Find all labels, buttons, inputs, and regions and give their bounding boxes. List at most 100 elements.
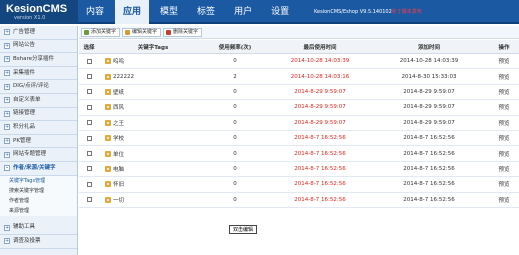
row-checkbox[interactable] <box>86 197 92 203</box>
preview-link[interactable]: 预览 <box>489 162 519 176</box>
nav-content[interactable]: 内容 <box>78 0 112 24</box>
tag-cell[interactable]: 西风 <box>105 100 201 114</box>
sidebar-subitem-search-keywords[interactable]: 搜索关键字管理 <box>0 185 77 196</box>
sidebar-item-votes[interactable]: + 调查及投票 <box>0 235 77 249</box>
tag-name[interactable]: 西风 <box>113 103 124 111</box>
row-checkbox[interactable] <box>86 151 92 157</box>
nav-users[interactable]: 用户 <box>226 0 260 24</box>
sidebar-item-tools[interactable]: + 辅助工具 <box>0 222 77 236</box>
tag-cell[interactable]: 电脑 <box>105 162 201 176</box>
tag-cell[interactable]: 之王 <box>105 116 201 130</box>
table-row[interactable]: 电脑 0 2014-8-7 16:52:56 2014-8-7 16:52:56 预览 <box>79 162 519 178</box>
expand-icon[interactable]: + <box>4 151 10 158</box>
sidebar-item-dig[interactable]: + DIG/点评/评论 <box>0 80 77 94</box>
tag-name[interactable]: 怀旧 <box>113 180 124 188</box>
tag-name[interactable]: 222222 <box>113 74 134 80</box>
table-row[interactable]: 呜呜 0 2014-10-28 14:03:39 2014-10-28 14:03:3… <box>79 54 519 70</box>
preview-link[interactable]: 预览 <box>489 85 519 99</box>
expand-icon[interactable]: + <box>4 83 10 90</box>
tag-cell[interactable]: 壁纸 <box>105 85 201 99</box>
expand-icon[interactable]: + <box>4 124 10 131</box>
header-tag[interactable]: 关键字Tags <box>105 40 201 53</box>
added-cell: 2014-8-29 9:59:07 <box>403 104 455 111</box>
table-row[interactable]: 西风 0 2014-8-29 9:59:07 2014-8-29 9:59:07 预览 <box>79 100 519 116</box>
sidebar-subitem-authors[interactable]: 作者管理 <box>0 195 77 206</box>
preview-link[interactable]: 预览 <box>489 177 519 191</box>
sidebar-item-bshare[interactable]: + Bshare分享插件 <box>0 53 77 67</box>
tag-cell[interactable]: 一切 <box>105 193 201 207</box>
nav-settings[interactable]: 设置 <box>263 0 297 24</box>
sidebar-subitem-tags[interactable]: 关键字Tags管理 <box>0 175 77 186</box>
table-row[interactable]: 单位 0 2014-8-7 16:52:56 2014-8-7 16:52:56 预览 <box>79 146 519 162</box>
tag-cell[interactable]: 怀旧 <box>105 177 201 191</box>
row-checkbox[interactable] <box>86 166 92 172</box>
table-row[interactable]: 一切 0 2014-8-7 16:52:56 2014-8-7 16:52:56 预览 <box>79 193 519 208</box>
frequency-cell: 0 <box>233 165 237 172</box>
version-notice[interactable]: KesionCMS/Eshop V9.5.140102补丁版本发布 <box>314 8 422 15</box>
row-checkbox[interactable] <box>86 104 92 110</box>
row-checkbox[interactable] <box>86 181 92 187</box>
tag-name[interactable]: 呜呜 <box>113 57 124 65</box>
tag-name[interactable]: 单位 <box>113 150 124 158</box>
version-notice-text[interactable]: KesionCMS/Eshop V9.5.140102补丁版本发布 <box>314 9 422 15</box>
preview-link[interactable]: 预览 <box>489 100 519 114</box>
expand-icon[interactable]: + <box>4 29 10 36</box>
tag-name[interactable]: 之王 <box>113 119 124 127</box>
expand-icon[interactable]: + <box>4 70 10 77</box>
row-checkbox[interactable] <box>86 74 92 80</box>
added-cell: 2014-8-7 16:52:56 <box>403 165 455 172</box>
expand-icon[interactable]: + <box>4 110 10 117</box>
expand-icon[interactable]: + <box>4 138 10 145</box>
table-row[interactable]: 怀旧 0 2014-8-7 16:52:56 2014-8-7 16:52:56 预览 <box>79 177 519 193</box>
table-row[interactable]: 222222 2 2014-10-28 14:03:16 2014-8-30 15:3… <box>79 69 519 85</box>
add-keyword-button[interactable]: 添加关键字 <box>81 27 121 37</box>
table-row[interactable]: 壁纸 0 2014-8-29 9:59:07 2014-8-29 9:59:07 预览 <box>79 85 519 101</box>
tag-cell[interactable]: 222222 <box>105 69 201 83</box>
preview-link[interactable]: 预览 <box>489 131 519 145</box>
sidebar-item-links[interactable]: + 链接管理 <box>0 108 77 122</box>
expand-icon[interactable]: + <box>4 56 10 63</box>
collapse-icon[interactable]: - <box>4 165 10 172</box>
row-checkbox[interactable] <box>86 58 92 64</box>
tag-name[interactable]: 一切 <box>113 196 124 204</box>
nav-tags[interactable]: 标签 <box>189 0 223 24</box>
tag-name[interactable]: 学校 <box>113 134 124 142</box>
tag-cell[interactable]: 单位 <box>105 146 201 160</box>
tag-cell[interactable]: 学校 <box>105 131 201 145</box>
preview-link[interactable]: 预览 <box>489 116 519 130</box>
expand-icon[interactable]: + <box>4 238 10 245</box>
header-frequency[interactable]: 使用频率(次) <box>205 40 265 53</box>
expand-icon[interactable]: + <box>4 97 10 104</box>
sidebar-item-gifts[interactable]: + 积分礼品 <box>0 121 77 135</box>
row-checkbox[interactable] <box>86 120 92 126</box>
nav-apps[interactable]: 应用 <box>115 0 150 24</box>
table-row[interactable]: 之王 0 2014-8-29 9:59:07 2014-8-29 9:59:07 预览 <box>79 116 519 131</box>
tag-name[interactable]: 电脑 <box>113 165 124 173</box>
sidebar-item-author-source-keywords[interactable]: - 作者/来源/关键字 <box>0 162 77 176</box>
tag-cell[interactable]: 呜呜 <box>105 54 201 68</box>
row-checkbox[interactable] <box>86 89 92 95</box>
preview-link[interactable]: 预览 <box>489 146 519 160</box>
preview-link[interactable]: 预览 <box>489 54 519 68</box>
version-notice-alert[interactable]: 补丁版本发布 <box>392 9 422 15</box>
expand-icon[interactable]: + <box>4 42 10 49</box>
sidebar-item-ads[interactable]: + 广告管理 <box>0 26 77 40</box>
sidebar-item-pk[interactable]: + PK管理 <box>0 135 77 149</box>
sidebar-item-announcements[interactable]: + 网站公告 <box>0 40 77 54</box>
row-checkbox[interactable] <box>86 135 92 141</box>
sidebar: + 广告管理 + 网站公告 + Bshare分享插件 + 采集插件 + DIG/点评/评论… <box>0 26 78 255</box>
delete-keyword-button[interactable]: 删除关键字 <box>163 27 203 37</box>
nav-models[interactable]: 模型 <box>152 0 186 24</box>
sidebar-item-custom-forms[interactable]: + 自定义表单 <box>0 94 77 108</box>
sidebar-subitem-sources[interactable]: 来源管理 <box>0 205 77 216</box>
preview-link[interactable]: 预览 <box>489 193 519 207</box>
sidebar-item-collector[interactable]: + 采集插件 <box>0 67 77 81</box>
header-last-used[interactable]: 最后使用时间 <box>269 40 371 53</box>
tag-name[interactable]: 壁纸 <box>113 88 124 96</box>
expand-icon[interactable]: + <box>4 224 10 231</box>
header-added[interactable]: 添加时间 <box>377 40 481 53</box>
preview-link[interactable]: 预览 <box>489 69 519 83</box>
sidebar-item-topics[interactable]: + 网站专题管理 <box>0 148 77 162</box>
table-row[interactable]: 学校 0 2014-8-7 16:52:56 2014-8-7 16:52:56 预览 <box>79 131 519 147</box>
edit-keyword-button[interactable]: 编辑关键字 <box>122 27 162 37</box>
